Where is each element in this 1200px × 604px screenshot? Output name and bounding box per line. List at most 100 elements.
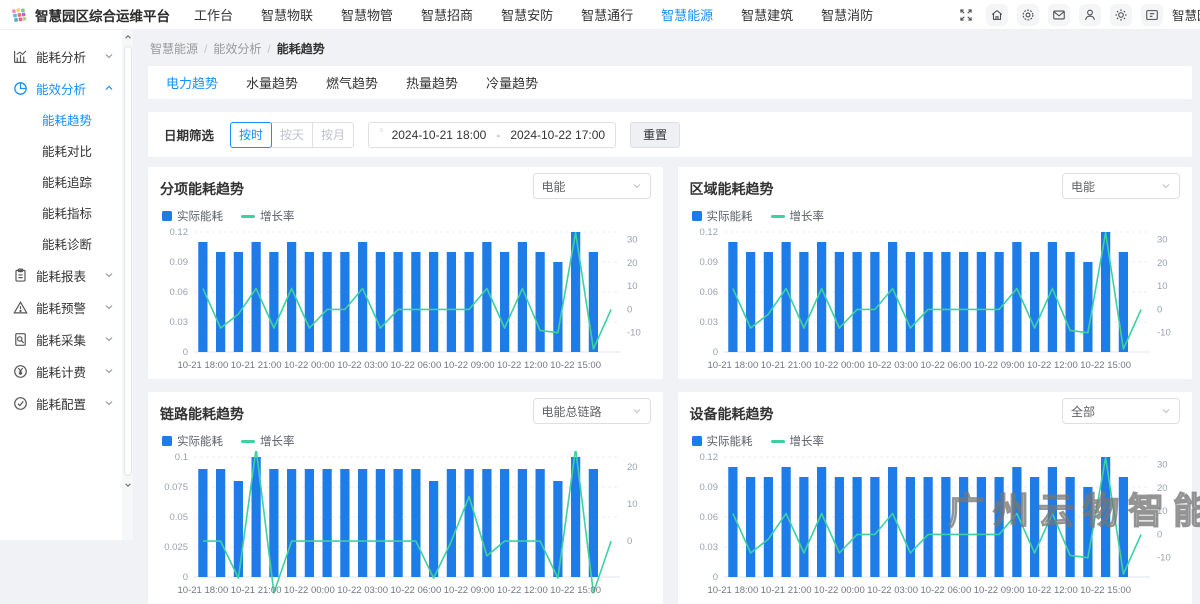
legend-item-line[interactable]: 增长率 [771, 433, 825, 449]
legend-item-line[interactable]: 增长率 [771, 208, 825, 224]
sidebar-item-label: 能耗分析 [36, 47, 86, 66]
date-mode-button[interactable]: 按月 [312, 122, 354, 148]
sun-icon[interactable] [1110, 4, 1132, 26]
date-mode-button[interactable]: 按天 [271, 122, 313, 148]
svg-text:10-22 15:00: 10-22 15:00 [550, 360, 601, 371]
svg-text:10-22 09:00: 10-22 09:00 [973, 360, 1024, 371]
mail-icon[interactable] [1048, 4, 1070, 26]
date-end-value[interactable]: 2024-10-22 17:00 [510, 128, 605, 142]
legend-line-label: 增长率 [790, 208, 825, 224]
sidebar-item[interactable]: 能耗预警 [0, 291, 122, 323]
chart-select[interactable]: 电能 [1062, 173, 1180, 199]
svg-text:10-22 12:00: 10-22 12:00 [1027, 360, 1078, 371]
chart-card: 区域能耗趋势电能实际能耗增长率00.030.060.090.12-1001020… [678, 167, 1193, 379]
top-nav-item[interactable]: 智慧建筑 [741, 5, 793, 24]
legend-item-line[interactable]: 增长率 [241, 433, 295, 449]
gear-badge-icon[interactable] [1017, 4, 1039, 26]
top-nav-item[interactable]: 智慧安防 [501, 5, 553, 24]
chevron-down-icon [104, 302, 114, 312]
app-title: 智慧园区综合运维平台 [35, 5, 170, 25]
sidebar-item[interactable]: 能耗计费 [0, 355, 122, 387]
sidebar-item-label: 能耗计费 [36, 362, 86, 381]
chart-select[interactable]: 电能 [533, 173, 651, 199]
fullscreen-icon[interactable] [955, 4, 977, 26]
sidebar-subitem[interactable]: 能耗诊断 [0, 228, 122, 259]
reset-button[interactable]: 重置 [630, 122, 680, 148]
chart-select[interactable]: 全部 [1062, 398, 1180, 424]
svg-text:0: 0 [712, 572, 717, 583]
sidebar-subitem-label: 能耗指标 [42, 203, 92, 222]
top-nav-item[interactable]: 智慧通行 [581, 5, 633, 24]
breadcrumb-item[interactable]: 智慧能源 [150, 42, 198, 56]
chart-canvas: 00.030.060.090.12-10010203010-21 18:0010… [160, 226, 650, 376]
sidebar-subitem-label: 能耗对比 [42, 141, 92, 160]
breadcrumb: 智慧能源/能效分析/能耗趋势 [150, 40, 1192, 57]
svg-text:10-22 15:00: 10-22 15:00 [550, 585, 601, 596]
tab-item[interactable]: 冷量趋势 [486, 73, 538, 92]
svg-text:0.1: 0.1 [175, 452, 188, 463]
svg-text:0: 0 [1157, 529, 1162, 540]
sidebar-subitem[interactable]: 能耗指标 [0, 197, 122, 228]
charts-grid: 分项能耗趋势电能实际能耗增长率00.030.060.090.12-1001020… [148, 167, 1192, 604]
chevron-down-icon [1161, 181, 1171, 191]
top-nav-item[interactable]: 工作台 [194, 5, 233, 24]
sidebar-subitem[interactable]: 能耗追踪 [0, 166, 122, 197]
scrollbar-thumb[interactable] [124, 46, 132, 476]
legend-item-bar[interactable]: 实际能耗 [162, 433, 223, 449]
user-icon[interactable] [1079, 4, 1101, 26]
sidebar-subitem[interactable]: 能耗对比 [0, 135, 122, 166]
svg-text:10-22 09:00: 10-22 09:00 [973, 585, 1024, 596]
svg-text:0: 0 [627, 304, 632, 315]
workspace-icon[interactable] [1141, 4, 1163, 26]
sidebar-item[interactable]: 能耗分析 [0, 40, 122, 72]
topbar-right: 智慧园 [955, 4, 1200, 26]
legend-item-bar[interactable]: 实际能耗 [692, 208, 753, 224]
breadcrumb-item[interactable]: 能效分析 [213, 42, 261, 56]
svg-text:10-21 18:00: 10-21 18:00 [707, 585, 758, 596]
date-start-value[interactable]: 2024-10-21 18:00 [392, 128, 487, 142]
legend-item-bar[interactable]: 实际能耗 [692, 433, 753, 449]
home-icon[interactable] [986, 4, 1008, 26]
date-range-input[interactable]: 2024-10-21 18:00 - 2024-10-22 17:00 [368, 122, 616, 148]
chevron-down-icon [1161, 406, 1171, 416]
filter-label: 日期筛选 [164, 125, 214, 144]
scroll-down-icon[interactable] [123, 478, 133, 492]
svg-text:10-22 06:00: 10-22 06:00 [391, 585, 442, 596]
tab-item[interactable]: 热量趋势 [406, 73, 458, 92]
scroll-up-icon[interactable] [123, 30, 133, 44]
sidebar-item[interactable]: 能耗配置 [0, 387, 122, 419]
chart-select[interactable]: 电能总链路 [533, 398, 651, 424]
svg-text:10-22 15:00: 10-22 15:00 [1080, 585, 1131, 596]
date-mode-button[interactable]: 按时 [230, 122, 272, 148]
top-nav-item[interactable]: 智慧能源 [661, 5, 713, 24]
sidebar-item[interactable]: 能耗报表 [0, 259, 122, 291]
chart-card: 分项能耗趋势电能实际能耗增长率00.030.060.090.12-1001020… [148, 167, 663, 379]
tab-active[interactable]: 电力趋势 [166, 73, 218, 92]
sidebar-subitem[interactable]: 能耗趋势 [0, 104, 122, 135]
svg-text:20: 20 [627, 462, 638, 473]
legend-item-bar[interactable]: 实际能耗 [162, 208, 223, 224]
sidebar-item[interactable]: 能耗采集 [0, 323, 122, 355]
tab-item[interactable]: 燃气趋势 [326, 73, 378, 92]
tenant-label: 智慧园 [1172, 5, 1200, 24]
svg-text:0.12: 0.12 [170, 227, 189, 238]
top-nav: 工作台 智慧物联 智慧物管 智慧招商 智慧安防 智慧通行 智慧能源 智慧建筑 智慧消防 [194, 5, 873, 24]
sidebar-item[interactable]: 能效分析 [0, 72, 122, 104]
top-nav-item[interactable]: 智慧招商 [421, 5, 473, 24]
sidebar-item-label: 能耗预警 [36, 298, 86, 317]
top-nav-item[interactable]: 智慧物联 [261, 5, 313, 24]
legend-item-line[interactable]: 增长率 [241, 208, 295, 224]
svg-text:10: 10 [627, 499, 638, 510]
brand: 智慧园区综合运维平台 [0, 5, 184, 25]
chart-card-header: 分项能耗趋势电能 [160, 173, 651, 199]
svg-text:30: 30 [1157, 460, 1168, 471]
svg-text:10-22 06:00: 10-22 06:00 [920, 585, 971, 596]
svg-text:0: 0 [183, 572, 188, 583]
sidebar-scrollbar[interactable] [122, 30, 134, 540]
bar-chart-icon [13, 49, 28, 64]
top-nav-item[interactable]: 智慧消防 [821, 5, 873, 24]
top-nav-item[interactable]: 智慧物管 [341, 5, 393, 24]
svg-text:20: 20 [1157, 258, 1168, 269]
tab-item[interactable]: 水量趋势 [246, 73, 298, 92]
svg-text:10: 10 [627, 281, 638, 292]
